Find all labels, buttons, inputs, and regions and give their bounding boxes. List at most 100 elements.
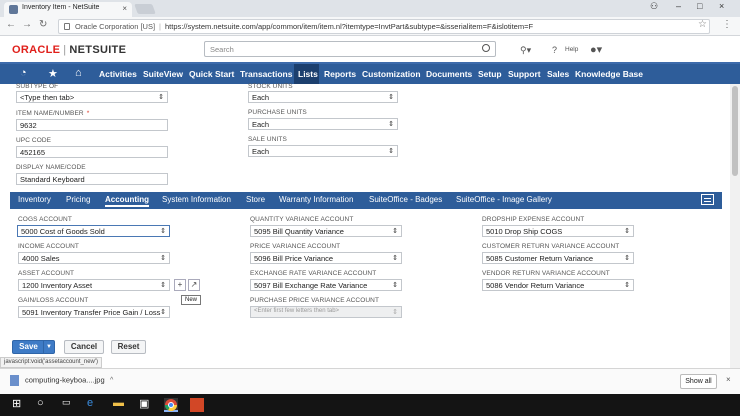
tab-accounting[interactable]: Accounting	[105, 195, 149, 207]
user-avatar-icon[interactable]: ●▾	[590, 43, 602, 56]
nav-activities[interactable]: Activities	[99, 69, 137, 79]
display-name-label: DISPLAY NAME/CODE	[16, 164, 86, 171]
browser-menu-icon[interactable]: ⋮	[722, 19, 732, 30]
item-name-input[interactable]: 9632	[16, 119, 168, 131]
tab-close-icon[interactable]: ×	[122, 4, 127, 13]
tab-suiteoffice-image-gallery[interactable]: SuiteOffice - Image Gallery	[456, 195, 552, 204]
cogs-account-select[interactable]: 5000 Cost of Goods Sold ⇕	[17, 225, 170, 237]
url-omnibox[interactable]: Oracle Corporation [US] | https://system.n…	[58, 19, 710, 34]
help-label[interactable]: Help	[565, 46, 578, 53]
oracle-netsuite-logo[interactable]: ORACLE | NETSUITE	[12, 44, 126, 56]
save-options-chevron-icon[interactable]: ▼	[43, 341, 54, 353]
quantity-variance-select[interactable]: 5095 Bill Quantity Variance ⇕	[250, 225, 402, 237]
close-downloads-bar-icon[interactable]: ×	[726, 375, 731, 384]
reset-button[interactable]: Reset	[111, 340, 146, 354]
powerpoint-icon[interactable]	[190, 398, 204, 412]
sale-units-select[interactable]: Each ⇕	[248, 145, 398, 157]
income-account-select[interactable]: 4000 Sales ⇕	[18, 252, 170, 264]
global-search-input[interactable]: Search	[204, 41, 496, 57]
show-all-downloads-button[interactable]: Show all	[680, 374, 717, 389]
price-variance-select[interactable]: 5096 Bill Price Variance ⇕	[250, 252, 402, 264]
vendor-return-variance-label: VENDOR RETURN VARIANCE ACCOUNT	[482, 270, 610, 277]
nav-suiteview[interactable]: SuiteView	[143, 69, 183, 79]
browser-tab-title: Inventory Item - NetSuite	[22, 4, 100, 11]
browser-tab[interactable]: Inventory Item - NetSuite ×	[4, 2, 132, 17]
price-variance-label: PRICE VARIANCE ACCOUNT	[250, 243, 341, 250]
dropdown-icon: ⇕	[624, 228, 630, 235]
asset-account-new-button[interactable]: +	[174, 279, 186, 291]
exchange-rate-variance-label: EXCHANGE RATE VARIANCE ACCOUNT	[250, 270, 377, 277]
edge-browser-icon[interactable]: e	[87, 397, 93, 409]
maximize-button[interactable]: □	[697, 1, 702, 11]
tab-warranty-information[interactable]: Warranty Information	[279, 195, 353, 204]
download-options-chevron-icon[interactable]: ^	[110, 377, 113, 384]
exchange-rate-variance-select[interactable]: 5097 Bill Exchange Rate Variance ⇕	[250, 279, 402, 291]
windows-start-icon[interactable]: ⊞	[12, 397, 21, 410]
nav-documents[interactable]: Documents	[426, 69, 472, 79]
cogs-account-label: COGS ACCOUNT	[18, 216, 72, 223]
cancel-button[interactable]: Cancel	[64, 340, 104, 354]
minimize-button[interactable]: –	[676, 1, 681, 11]
close-window-button[interactable]: ×	[719, 1, 724, 11]
nav-transactions[interactable]: Transactions	[240, 69, 292, 79]
nav-lists[interactable]: Lists	[298, 69, 318, 79]
search-icon[interactable]	[482, 44, 490, 52]
back-icon[interactable]: ←	[6, 19, 16, 30]
recent-records-icon[interactable]: ⚲▾	[520, 45, 531, 56]
customer-return-variance-select[interactable]: 5085 Customer Return Variance ⇕	[482, 252, 634, 264]
taskbar-search-icon[interactable]: ○	[37, 397, 44, 409]
dropship-expense-select[interactable]: 5010 Drop Ship COGS ⇕	[482, 225, 634, 237]
income-account-label: INCOME ACCOUNT	[18, 243, 79, 250]
forward-icon[interactable]: →	[22, 19, 32, 30]
recent-icon[interactable]: ◔	[20, 67, 27, 79]
dropdown-icon: ⇕	[388, 121, 394, 128]
customer-return-variance-label: CUSTOMER RETURN VARIANCE ACCOUNT	[482, 243, 620, 250]
dropdown-icon: ⇕	[392, 309, 398, 316]
asset-account-select[interactable]: 1200 Inventory Asset ⇕	[18, 279, 170, 291]
main-nav-bar: ◔ ★ ⌂ Activities SuiteView Quick Start T…	[0, 62, 740, 84]
tab-inventory[interactable]: Inventory	[18, 195, 51, 204]
task-view-icon[interactable]: ▭	[62, 397, 71, 408]
home-icon[interactable]: ⌂	[75, 67, 82, 79]
tab-store[interactable]: Store	[246, 195, 265, 204]
subtype-select[interactable]: <Type then tab> ⇕	[16, 91, 168, 103]
nav-reports[interactable]: Reports	[324, 69, 356, 79]
upc-code-label: UPC CODE	[16, 137, 52, 144]
url-text: https://system.netsuite.com/app/common/i…	[165, 22, 534, 31]
nav-quick-start[interactable]: Quick Start	[189, 69, 234, 79]
subtab-bar: Inventory Pricing Accounting System Info…	[10, 192, 722, 209]
chrome-taskbar-button[interactable]	[164, 398, 178, 412]
save-button[interactable]: Save ▼	[12, 340, 55, 354]
stock-units-label: STOCK UNITS	[248, 83, 293, 90]
download-item[interactable]: computing-keyboa....jpg	[10, 375, 105, 386]
favorites-star-icon[interactable]: ★	[48, 67, 58, 80]
purchase-price-variance-select[interactable]: <Enter first few letters then tab> ⇕	[250, 306, 402, 318]
display-name-input[interactable]: Standard Keyboard	[16, 173, 168, 185]
tab-system-information[interactable]: System Information	[162, 195, 231, 204]
purchase-units-select[interactable]: Each ⇕	[248, 118, 398, 130]
new-tab-button[interactable]	[134, 4, 156, 14]
nav-sales[interactable]: Sales	[547, 69, 569, 79]
dropdown-icon: ⇕	[392, 282, 398, 289]
tab-suiteoffice-badges[interactable]: SuiteOffice - Badges	[369, 195, 442, 204]
help-icon[interactable]: ?	[552, 45, 557, 55]
page-scrollbar-thumb[interactable]	[732, 86, 738, 176]
bookmark-star-icon[interactable]: ☆	[698, 19, 707, 30]
vendor-return-variance-select[interactable]: 5086 Vendor Return Variance ⇕	[482, 279, 634, 291]
upc-code-input[interactable]: 452165	[16, 146, 168, 158]
nav-customization[interactable]: Customization	[362, 69, 421, 79]
store-icon[interactable]: ▣	[139, 397, 149, 410]
file-explorer-icon[interactable]: ▬	[113, 397, 124, 409]
asset-account-open-icon[interactable]: ↗	[188, 279, 200, 291]
subtab-menu-icon[interactable]	[701, 194, 714, 205]
nav-support[interactable]: Support	[508, 69, 541, 79]
gain-loss-account-select[interactable]: 5091 Inventory Transfer Price Gain / Los…	[18, 306, 170, 318]
reload-icon[interactable]: ↻	[39, 19, 47, 30]
inventory-item-form: SUBTYPE OF <Type then tab> ⇕ ITEM NAME/NU…	[0, 83, 740, 354]
stock-units-select[interactable]: Each ⇕	[248, 91, 398, 103]
new-tooltip: New	[181, 295, 202, 305]
tab-pricing[interactable]: Pricing	[66, 195, 90, 204]
user-profile-icon[interactable]: ⚇	[650, 1, 658, 12]
nav-setup[interactable]: Setup	[478, 69, 502, 79]
nav-knowledge-base[interactable]: Knowledge Base	[575, 69, 643, 79]
